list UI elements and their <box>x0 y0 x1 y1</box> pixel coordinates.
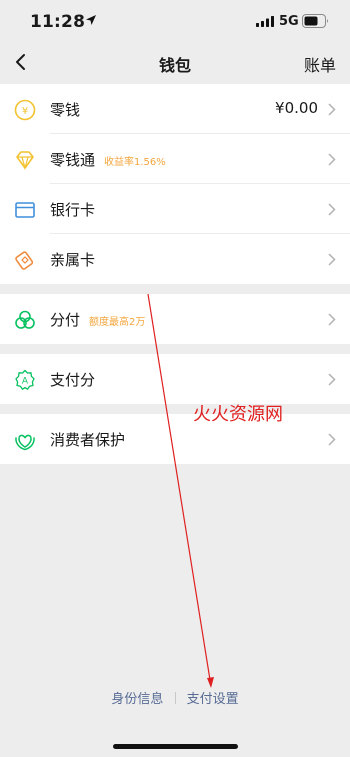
coin-icon: ¥ <box>14 99 36 121</box>
row-consumer-protection[interactable]: 消费者保护 <box>0 414 350 464</box>
fenfu-icon <box>15 310 35 329</box>
location-arrow-icon <box>86 15 96 25</box>
row-bank-card[interactable]: 银行卡 <box>0 184 350 234</box>
divider <box>174 691 176 704</box>
footer-links: 身份信息 支付设置 <box>0 688 350 707</box>
wallet-group-payscore: A 支付分 <box>0 354 350 404</box>
row-lingqiantong[interactable]: 零钱通 收益率1.56% <box>0 134 350 184</box>
row-label: 银行卡 <box>50 201 96 219</box>
row-fenfu[interactable]: 分付 额度最高2万 <box>0 294 350 344</box>
cellular-signal-icon <box>256 16 274 27</box>
wallet-group-protection: 消费者保护 <box>0 414 350 464</box>
diamond-icon <box>16 151 34 171</box>
yield-badge: 收益率1.56% <box>104 157 166 168</box>
row-label: 亲属卡 <box>50 251 96 269</box>
consumer-protection-icon <box>15 434 35 451</box>
svg-text:A: A <box>22 377 29 387</box>
network-type: 5G <box>279 14 299 29</box>
row-change[interactable]: ¥ 零钱 ¥0.00 <box>0 84 350 134</box>
bank-card-icon <box>15 202 35 218</box>
battery-icon <box>302 14 328 28</box>
chevron-right-icon <box>328 373 336 386</box>
wallet-group-fenfu: 分付 额度最高2万 <box>0 294 350 344</box>
watermark-text: 火火资源网 <box>193 404 283 425</box>
row-label: 分付 <box>50 311 81 329</box>
chevron-right-icon <box>328 253 336 266</box>
page-title: 钱包 <box>158 56 191 75</box>
status-time: 11:28 <box>30 12 86 32</box>
home-indicator <box>113 744 238 749</box>
bill-button[interactable]: 账单 <box>304 52 336 76</box>
chevron-right-icon <box>328 313 336 326</box>
nav-bar: 钱包 账单 <box>0 44 350 80</box>
svg-text:¥: ¥ <box>22 106 28 117</box>
row-family-card[interactable]: 亲属卡 <box>0 234 350 284</box>
chevron-right-icon <box>328 203 336 216</box>
row-label: 零钱 <box>50 101 81 119</box>
chevron-right-icon <box>328 103 336 116</box>
row-label: 支付分 <box>50 371 96 389</box>
row-label: 零钱通 <box>50 151 96 169</box>
payment-settings-link[interactable]: 支付设置 <box>187 688 239 707</box>
balance-value: ¥0.00 <box>275 99 318 117</box>
chevron-right-icon <box>328 153 336 166</box>
status-bar: 11:28 5G <box>0 0 350 44</box>
row-label: 消费者保护 <box>50 431 126 449</box>
row-pay-score[interactable]: A 支付分 <box>0 354 350 404</box>
credit-limit-badge: 额度最高2万 <box>89 317 146 328</box>
family-card-icon <box>15 251 34 270</box>
pay-score-icon: A <box>15 369 35 390</box>
wallet-group-main: ¥ 零钱 ¥0.00 零钱通 收益率1.56% 银行卡 亲属卡 <box>0 84 350 284</box>
identity-info-link[interactable]: 身份信息 <box>111 688 163 707</box>
chevron-right-icon <box>328 433 336 446</box>
